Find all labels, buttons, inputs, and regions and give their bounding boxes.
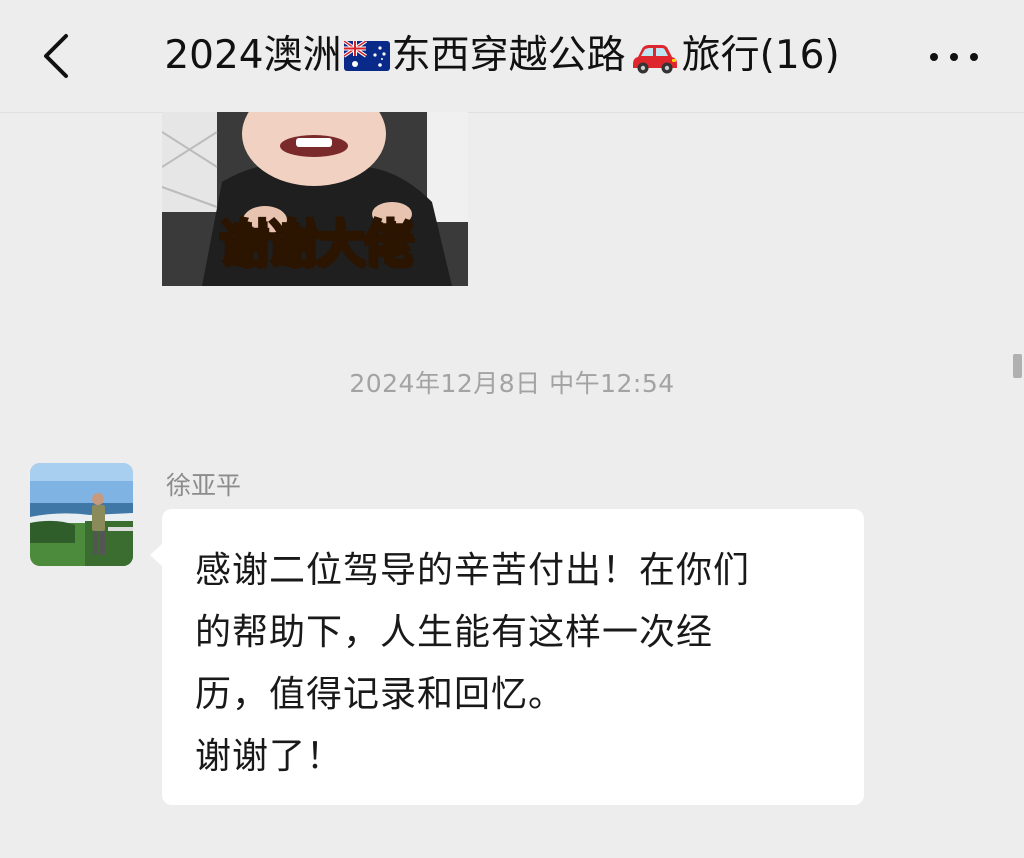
red-car-icon: [632, 45, 677, 74]
chat-title: 2024澳洲 东西穿越公路 旅行(16): [110, 30, 894, 82]
more-dot-icon: [930, 53, 938, 61]
title-part-route: 东西穿越公路: [391, 33, 626, 78]
title-part-year: 2024澳洲: [164, 33, 342, 78]
more-dot-icon: [950, 53, 958, 61]
sticker-caption: 谢谢大佬: [218, 214, 415, 275]
chevron-left-icon: [44, 34, 68, 78]
sticker-image[interactable]: 谢谢大佬: [162, 112, 468, 286]
more-options-button[interactable]: [924, 40, 984, 74]
message-bubble[interactable]: 感谢二位驾导的辛苦付出！在你们 的帮助下，人生能有这样一次经 历，值得记录和回忆…: [150, 509, 864, 805]
avatar-photo: [30, 463, 133, 566]
scrollbar-thumb[interactable]: [1013, 354, 1022, 378]
message-text: 感谢二位驾导的辛苦付出！在你们 的帮助下，人生能有这样一次经 历，值得记录和回忆…: [195, 550, 751, 777]
avatar[interactable]: [30, 463, 133, 566]
title-part-trip: 旅行(16): [681, 33, 840, 78]
australia-flag-icon: [343, 41, 390, 71]
more-dot-icon: [970, 53, 978, 61]
back-button[interactable]: [32, 28, 82, 84]
message-timestamp: 2024年12月8日 中午12:54: [349, 369, 675, 398]
chat-header: 2024澳洲 东西穿越公路 旅行(16): [0, 0, 1024, 112]
header-divider: [0, 112, 1024, 113]
sender-name: 徐亚平: [166, 471, 242, 500]
bubble-tail: [150, 543, 163, 567]
